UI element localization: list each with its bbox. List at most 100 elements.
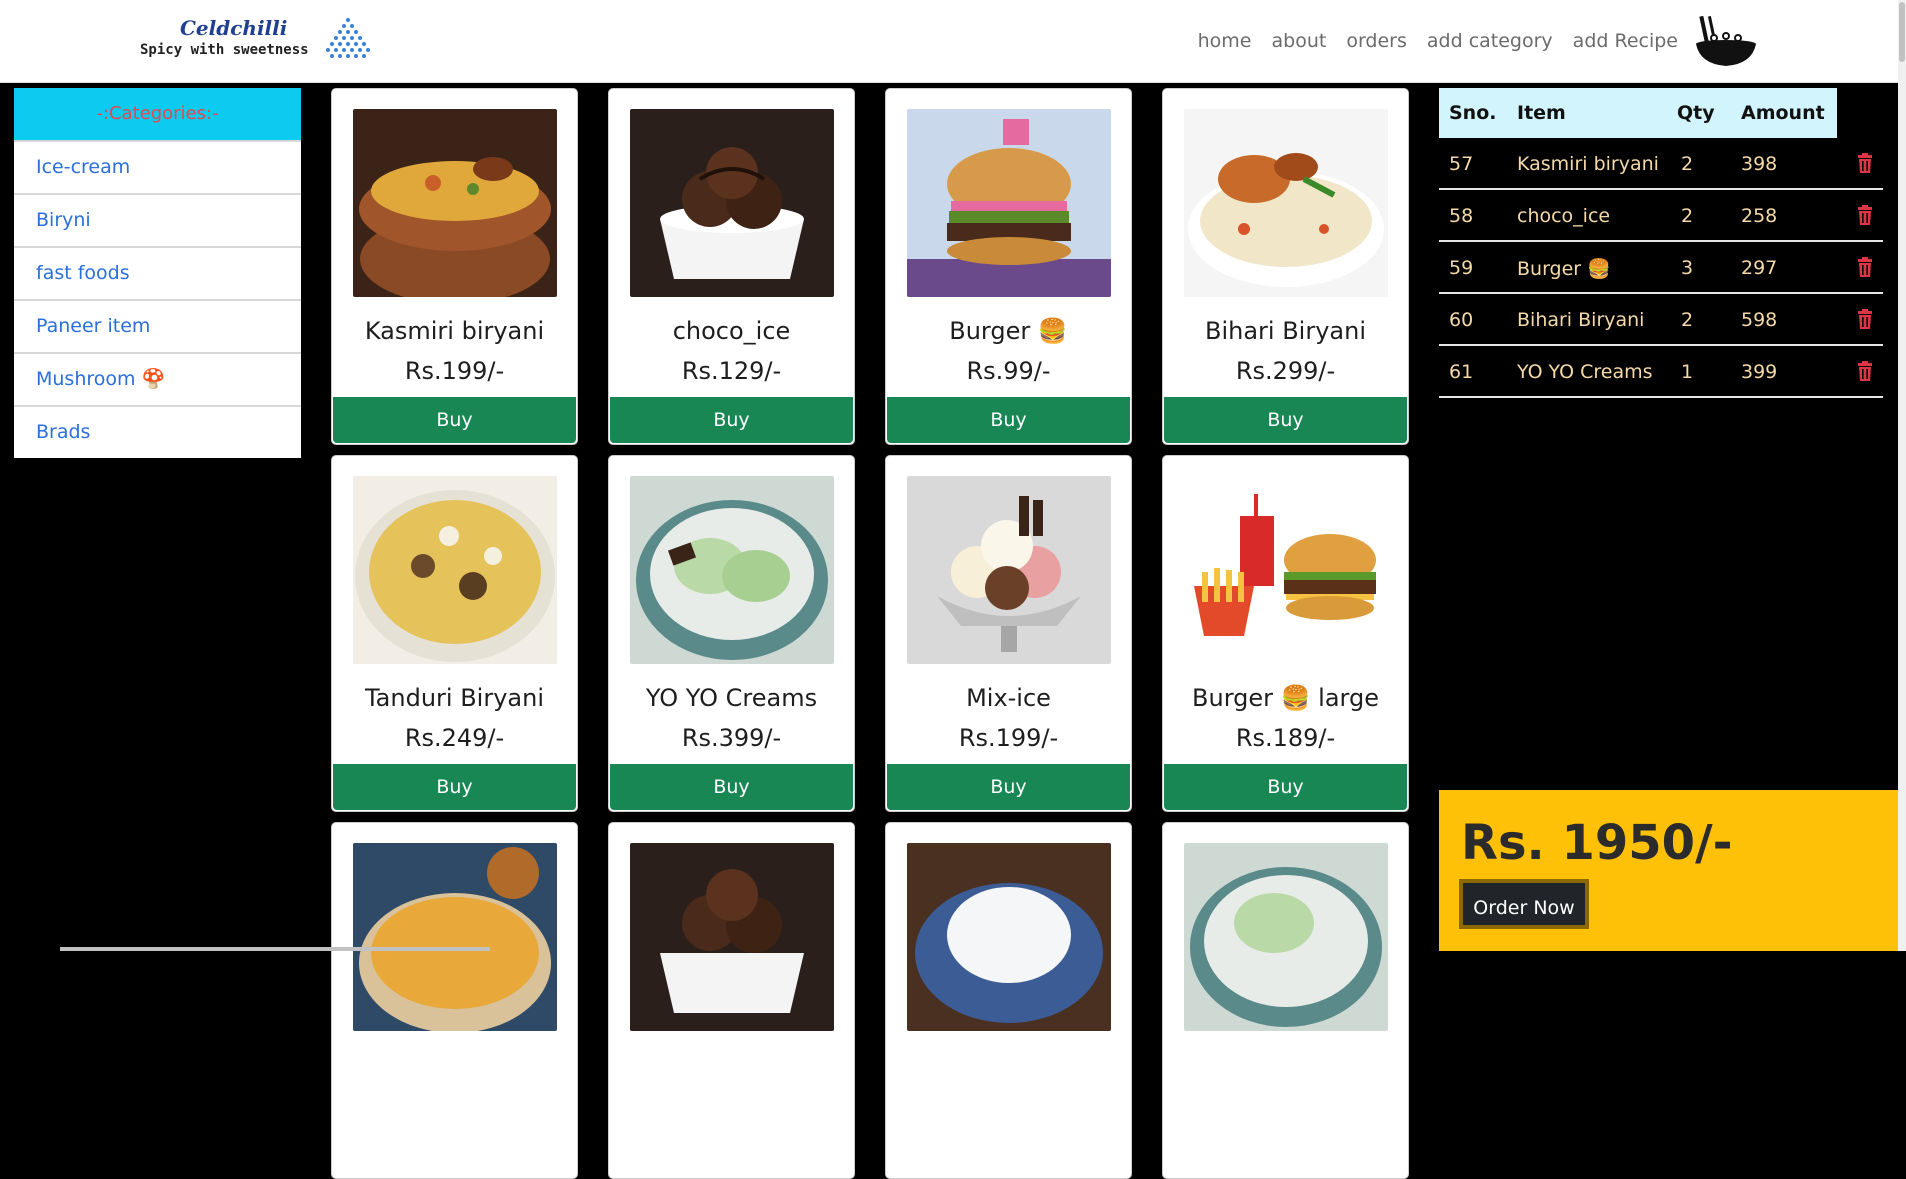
row-sno: 59 [1449, 257, 1474, 279]
row-item: Bihari Biryani [1517, 309, 1645, 331]
product-image [1184, 109, 1388, 297]
trash-icon[interactable] [1857, 257, 1873, 282]
product-card: Bihari Biryani Rs.299/- Buy [1162, 88, 1409, 445]
product-image [907, 843, 1111, 1031]
product-card: Burger 🍔 Rs.99/- Buy [885, 88, 1132, 445]
product-title: Mix-ice [966, 684, 1051, 712]
buy-button[interactable]: Buy [333, 397, 576, 443]
buy-button[interactable]: Buy [1164, 764, 1407, 810]
product-price: Rs.299/- [1235, 357, 1336, 385]
table-row: 58 choco_ice 2 258 [1439, 190, 1883, 242]
product-card: YO YO Creams Rs.399/- Buy [608, 455, 855, 812]
product-title: Kasmiri biryani [364, 317, 545, 345]
product-card: choco_ice Rs.129/- Buy [608, 88, 855, 445]
nav-about[interactable]: about [1272, 30, 1327, 52]
product-card [331, 822, 578, 1179]
header-item: Item [1517, 102, 1566, 124]
horizontal-scrollbar[interactable] [60, 947, 490, 951]
product-image [630, 476, 834, 664]
nav-links: home about orders add category add Recip… [1198, 30, 1678, 52]
trash-icon[interactable] [1857, 205, 1873, 230]
category-sidebar: -:Categories:- Ice-cream Biryni fast foo… [14, 88, 301, 458]
product-price: Rs.199/- [958, 724, 1059, 752]
scrollbar-thumb[interactable] [1899, 2, 1905, 62]
table-row: 61 YO YO Creams 1 399 [1439, 346, 1883, 398]
header-amount: Amount [1741, 102, 1825, 124]
category-fast-foods[interactable]: fast foods [14, 246, 301, 299]
buy-button[interactable]: Buy [610, 764, 853, 810]
row-sno: 58 [1449, 205, 1474, 227]
navbar: Celdchilli Spicy with sweetness home abo… [0, 0, 1906, 83]
row-item: Burger 🍔 [1517, 258, 1611, 280]
product-card: Kasmiri biryani Rs.199/- Buy [331, 88, 578, 445]
category-brads[interactable]: Brads [14, 405, 301, 458]
product-card [885, 822, 1132, 1179]
row-qty: 1 [1681, 361, 1694, 383]
product-image [630, 843, 834, 1031]
food-bowl-icon[interactable] [1692, 14, 1760, 72]
product-title: Burger 🍔 large [1192, 684, 1379, 712]
row-qty: 2 [1681, 309, 1694, 331]
row-amount: 258 [1741, 205, 1778, 227]
product-image [630, 109, 834, 297]
product-title: Bihari Biryani [1204, 317, 1366, 345]
product-image [907, 476, 1111, 664]
buy-button[interactable]: Buy [610, 397, 853, 443]
buy-button[interactable]: Buy [887, 397, 1130, 443]
product-card [1162, 822, 1409, 1179]
category-biryani[interactable]: Biryni [14, 193, 301, 246]
order-now-button[interactable]: Order Now [1459, 879, 1589, 929]
category-ice-cream[interactable]: Ice-cream [14, 140, 301, 193]
product-image [353, 843, 557, 1031]
product-image [353, 476, 557, 664]
row-amount: 297 [1741, 257, 1778, 279]
row-sno: 60 [1449, 309, 1474, 331]
orders-table: Sno. Item Qty Amount 57 Kasmiri biryani … [1439, 88, 1883, 398]
row-amount: 398 [1741, 153, 1778, 175]
row-item: choco_ice [1517, 205, 1611, 227]
brand-name: Celdchilli [180, 16, 288, 40]
trash-icon[interactable] [1857, 309, 1873, 334]
row-item: YO YO Creams [1517, 361, 1653, 383]
category-paneer[interactable]: Paneer item [14, 299, 301, 352]
product-image [1184, 843, 1388, 1031]
order-total: Rs. 1950/- [1461, 815, 1733, 871]
row-qty: 3 [1681, 257, 1694, 279]
product-price: Rs.129/- [681, 357, 782, 385]
product-price: Rs.249/- [404, 724, 505, 752]
product-title: choco_ice [672, 317, 791, 345]
row-amount: 598 [1741, 309, 1778, 331]
trash-icon[interactable] [1857, 153, 1873, 178]
table-row: 59 Burger 🍔 3 297 [1439, 242, 1883, 294]
brand-logo-icon [320, 16, 376, 68]
product-price: Rs.99/- [966, 357, 1051, 385]
header-qty: Qty [1677, 102, 1715, 124]
order-total-panel: Rs. 1950/- Order Now [1439, 790, 1900, 951]
product-price: Rs.189/- [1235, 724, 1336, 752]
product-price: Rs.399/- [681, 724, 782, 752]
vertical-scrollbar[interactable] [1898, 0, 1906, 951]
nav-add-recipe[interactable]: add Recipe [1573, 30, 1678, 52]
brand-tagline: Spicy with sweetness [140, 42, 309, 58]
category-mushroom[interactable]: Mushroom 🍄 [14, 352, 301, 405]
row-amount: 399 [1741, 361, 1778, 383]
product-image [907, 109, 1111, 297]
product-card: Tanduri Biryani Rs.249/- Buy [331, 455, 578, 812]
sidebar-header: -:Categories:- [14, 88, 301, 140]
row-qty: 2 [1681, 153, 1694, 175]
buy-button[interactable]: Buy [1164, 397, 1407, 443]
buy-button[interactable]: Buy [887, 764, 1130, 810]
product-price: Rs.199/- [404, 357, 505, 385]
product-card [608, 822, 855, 1179]
buy-button[interactable]: Buy [333, 764, 576, 810]
nav-add-category[interactable]: add category [1427, 30, 1553, 52]
product-image [1184, 476, 1388, 664]
table-header: Sno. Item Qty Amount [1439, 88, 1837, 138]
product-title: YO YO Creams [645, 684, 818, 712]
product-card: Mix-ice Rs.199/- Buy [885, 455, 1132, 812]
product-image [353, 109, 557, 297]
trash-icon[interactable] [1857, 361, 1873, 386]
nav-home[interactable]: home [1198, 30, 1252, 52]
product-title: Burger 🍔 [949, 317, 1068, 345]
nav-orders[interactable]: orders [1346, 30, 1407, 52]
